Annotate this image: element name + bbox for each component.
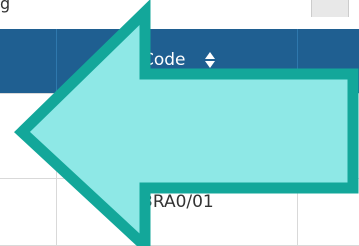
table-row[interactable] xyxy=(0,94,359,178)
code-cell: 3RA0/01 xyxy=(142,192,214,212)
toolbar-partial-text: g xyxy=(0,0,11,13)
toolbar-scroll-button[interactable] xyxy=(311,0,349,17)
column-header-3[interactable] xyxy=(298,29,359,93)
code-column-label: Code xyxy=(142,50,186,70)
top-toolbar: g xyxy=(0,0,359,30)
sort-icon[interactable] xyxy=(204,50,216,70)
data-table: Code xyxy=(0,29,359,246)
table-header: Code xyxy=(0,29,359,93)
table-row[interactable] xyxy=(0,179,359,245)
column-header-1[interactable] xyxy=(0,29,57,93)
